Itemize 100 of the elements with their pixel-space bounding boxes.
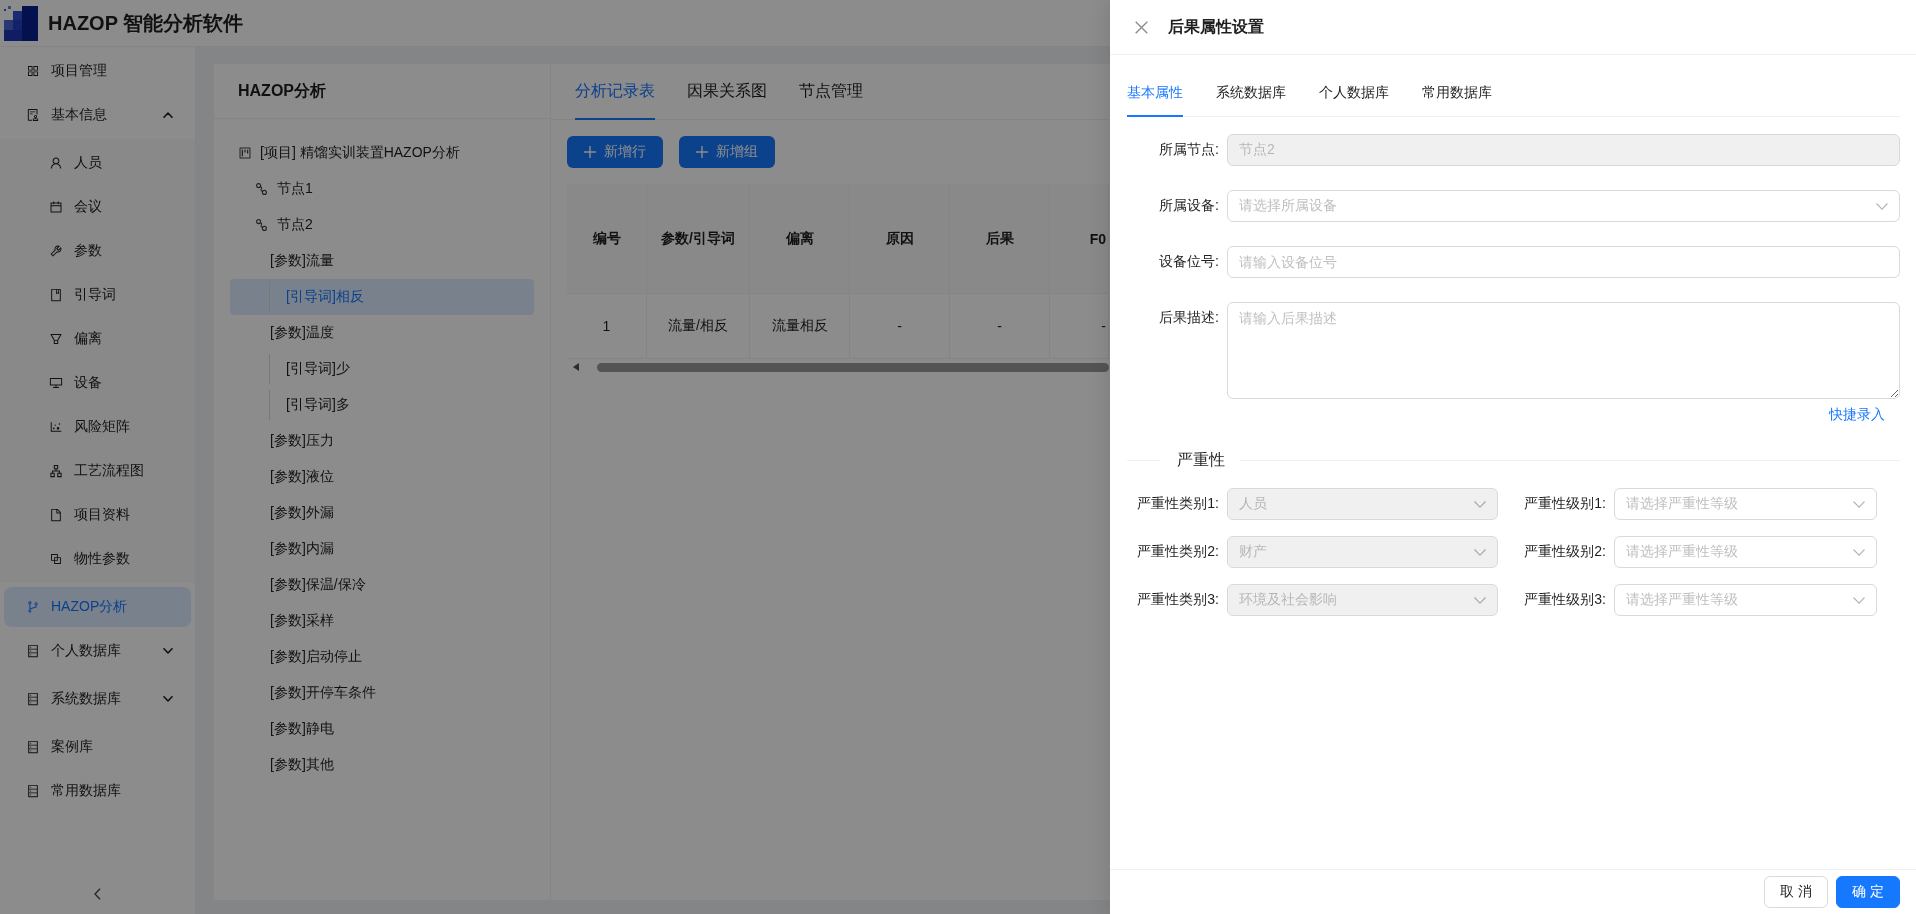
chevron-down-icon [1853,596,1865,604]
chevron-down-icon [1853,500,1865,508]
tree-node[interactable]: [参数]采样 [230,603,534,639]
tree-node[interactable]: [参数]压力 [230,423,534,459]
app-title: HAZOP 智能分析软件 [48,10,244,36]
tree-node[interactable]: [参数]液位 [230,459,534,495]
board-icon [238,146,252,160]
close-icon[interactable] [1135,20,1148,34]
database-icon [26,644,40,658]
chevron-down-icon [1474,596,1486,604]
table-cell: 流量/相反 [647,294,750,359]
scrollbar-thumb[interactable] [597,362,1109,372]
tree-node[interactable]: [参数]启动停止 [230,639,534,675]
tree-node[interactable]: [引导词]多 [230,387,534,423]
submenu-item[interactable]: 设备 [4,363,191,403]
menu-item[interactable]: 常用数据库 [4,771,191,811]
submenu-item[interactable]: 会议 [4,187,191,227]
wrench-icon [49,244,63,258]
book-icon [49,288,63,302]
blocks-icon [49,552,63,566]
nodes-icon [256,183,267,195]
field-label: 严重性类别3: [1137,591,1219,609]
chevron-left-icon[interactable] [94,888,101,900]
menu-item[interactable]: 基本信息 [4,95,191,135]
confirm-button[interactable]: 确 定 [1836,876,1900,908]
database-icon [26,740,40,754]
tab[interactable]: 因果关系图 [687,64,767,120]
file-icon [49,508,63,522]
submenu-item[interactable]: 风险矩阵 [4,407,191,447]
menu-item[interactable]: 系统数据库 [4,679,191,719]
submenu-item[interactable]: 项目资料 [4,495,191,535]
field-label: 严重性级别3: [1524,591,1606,609]
table-cell: 1 [567,294,647,359]
tree-node[interactable]: [参数]流量 [230,243,534,279]
table-cell: 流量相反 [750,294,850,359]
tree-node[interactable]: [参数]外漏 [230,495,534,531]
tree-node[interactable]: [参数]保温/保冷 [230,567,534,603]
textarea-field[interactable]: 请输入后果描述 [1227,302,1900,399]
tab[interactable]: 个人数据库 [1319,71,1389,117]
section-title: 严重性 [1177,450,1225,470]
menu-item[interactable]: 案例库 [4,727,191,767]
column-header: 参数/引导词 [647,184,750,294]
add-button[interactable]: 新增组 [679,136,775,168]
text-input[interactable]: 请输入设备位号 [1227,246,1900,278]
grid-icon [26,64,40,78]
submenu-item[interactable]: 物性参数 [4,539,191,579]
field-label: 严重性类别2: [1137,543,1219,561]
submenu-item[interactable]: 人员 [4,143,191,183]
funnel-icon [49,332,63,346]
drawer-title: 后果属性设置 [1168,16,1264,37]
tree-node[interactable]: [引导词]少 [230,351,534,387]
submenu-item[interactable]: 参数 [4,231,191,271]
tree-node[interactable]: [参数]温度 [230,315,534,351]
table-cell: - [1050,294,1109,359]
chevron-down-icon [1474,500,1486,508]
field-label: 严重性级别1: [1524,495,1606,513]
tree-node[interactable]: [参数]静电 [230,711,534,747]
chevron-down-icon [1853,548,1865,556]
table-cell: - [850,294,950,359]
triangle-left-icon[interactable] [573,363,579,371]
tab[interactable]: 常用数据库 [1422,71,1492,117]
tab[interactable]: 系统数据库 [1216,71,1286,117]
field-label: 严重性级别2: [1524,543,1606,561]
tree-node[interactable]: [参数]其他 [230,747,534,783]
column-header: 后果 [950,184,1050,294]
menu-item[interactable]: 个人数据库 [4,631,191,671]
tree-node[interactable]: 节点2 [230,207,534,243]
menu-item[interactable]: 项目管理 [4,51,191,91]
tab[interactable]: 分析记录表 [575,64,655,120]
chevron-down-icon [1474,548,1486,556]
field-label: 后果描述: [1159,309,1219,327]
field-label: 设备位号: [1159,253,1219,271]
submenu-item[interactable]: 偏离 [4,319,191,359]
submenu-item[interactable]: 工艺流程图 [4,451,191,491]
calendar-icon [49,200,63,214]
tree-node[interactable]: [参数]内漏 [230,531,534,567]
field-label: 所属节点: [1159,141,1219,159]
monitor-icon [49,376,63,390]
tree-node[interactable]: [参数]开停车条件 [230,675,534,711]
document-icon [26,108,40,122]
field-label: 所属设备: [1159,197,1219,215]
tree-node[interactable]: 节点1 [230,171,534,207]
tree-node[interactable]: [项目] 精馏实训装置HAZOP分析 [230,135,534,171]
hierarchy-icon [49,464,63,478]
table-cell: - [950,294,1050,359]
plus-icon [696,146,708,158]
cancel-button[interactable]: 取 消 [1764,876,1828,908]
submenu-item[interactable]: 引导词 [4,275,191,315]
column-header: 原因 [850,184,950,294]
add-button[interactable]: 新增行 [567,136,663,168]
user-icon [49,156,63,170]
chevron-down-icon [1876,202,1888,210]
quick-entry-link[interactable]: 快捷录入 [1829,403,1885,425]
panel-title: HAZOP分析 [238,80,326,101]
column-header: 偏离 [750,184,850,294]
column-header: F0 [1050,184,1109,294]
tab[interactable]: 节点管理 [799,64,863,120]
tab[interactable]: 基本属性 [1127,71,1183,117]
plus-icon [584,146,596,158]
branch-icon [26,600,40,614]
